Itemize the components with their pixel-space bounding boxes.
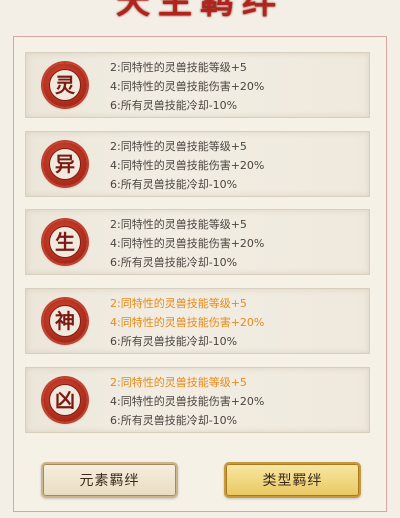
seal-icon: 凶 — [43, 378, 87, 422]
bond-line-6: 6:所有灵兽技能冷却-10% — [110, 99, 238, 112]
bond-line-2: 2:同特性的灵兽技能等级+5 — [110, 218, 247, 231]
bond-line-4: 4:同特性的灵兽技能伤害+20% — [110, 80, 265, 93]
bond-line-2: 2:同特性的灵兽技能等级+5 — [110, 297, 247, 310]
bond-line-6: 6:所有灵兽技能冷却-10% — [110, 335, 238, 348]
page-title: 天生羁绊 — [116, 0, 284, 22]
bond-line-6: 6:所有灵兽技能冷却-10% — [110, 256, 238, 269]
type-bond-button[interactable]: 类型羁绊 — [224, 462, 361, 498]
bond-line-2: 2:同特性的灵兽技能等级+5 — [110, 140, 247, 153]
seal-icon: 神 — [43, 299, 87, 343]
element-bond-button[interactable]: 元素羁绊 — [41, 462, 178, 498]
bond-card-ling: 灵 2:同特性的灵兽技能等级+5 4:同特性的灵兽技能伤害+20% 6:所有灵兽… — [25, 52, 370, 118]
bond-line-4: 4:同特性的灵兽技能伤害+20% — [110, 159, 265, 172]
bond-line-2: 2:同特性的灵兽技能等级+5 — [110, 61, 247, 74]
bond-line-6: 6:所有灵兽技能冷却-10% — [110, 178, 238, 191]
bond-card-xiong: 凶 2:同特性的灵兽技能等级+5 4:同特性的灵兽技能伤害+20% 6:所有灵兽… — [25, 367, 370, 433]
seal-glyph: 灵 — [49, 69, 81, 101]
seal-icon: 灵 — [43, 63, 87, 107]
bond-line-4: 4:同特性的灵兽技能伤害+20% — [110, 395, 265, 408]
bond-card-sheng: 生 2:同特性的灵兽技能等级+5 4:同特性的灵兽技能伤害+20% 6:所有灵兽… — [25, 209, 370, 275]
seal-icon: 异 — [43, 142, 87, 186]
seal-glyph: 异 — [49, 148, 81, 180]
seal-glyph: 神 — [49, 305, 81, 337]
seal-glyph: 生 — [49, 226, 81, 258]
bond-card-yi: 异 2:同特性的灵兽技能等级+5 4:同特性的灵兽技能伤害+20% 6:所有灵兽… — [25, 131, 370, 197]
bond-line-4: 4:同特性的灵兽技能伤害+20% — [110, 316, 265, 329]
bond-card-shen: 神 2:同特性的灵兽技能等级+5 4:同特性的灵兽技能伤害+20% 6:所有灵兽… — [25, 288, 370, 354]
bond-line-2: 2:同特性的灵兽技能等级+5 — [110, 376, 247, 389]
bond-line-6: 6:所有灵兽技能冷却-10% — [110, 414, 238, 427]
bond-line-4: 4:同特性的灵兽技能伤害+20% — [110, 237, 265, 250]
seal-icon: 生 — [43, 220, 87, 264]
seal-glyph: 凶 — [49, 384, 81, 416]
